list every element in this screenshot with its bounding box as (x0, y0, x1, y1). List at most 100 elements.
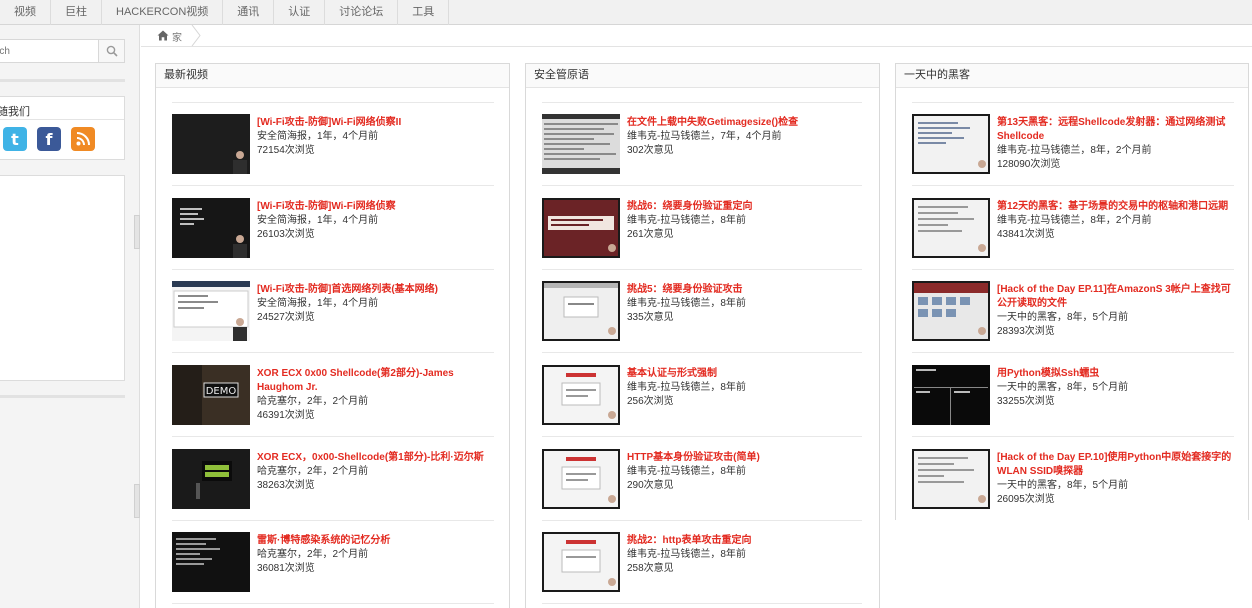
item-title[interactable]: [Hack of the Day EP.10]使用Python中原始套接字的WL… (997, 451, 1237, 479)
twitter-icon[interactable]: t (3, 127, 27, 151)
item-title[interactable]: 第13天黑客：远程Shellcode发射器：通过网络测试Shellcode (997, 116, 1237, 144)
nav-item-megaprimers[interactable]: 巨柱 (51, 0, 102, 25)
divider (542, 603, 862, 604)
divider (172, 269, 494, 270)
divider (172, 436, 494, 437)
item-views: 43841次浏览 (997, 229, 1055, 240)
sidebar: 随我们 t f (0, 25, 140, 608)
item-title[interactable]: 第12天的黑客：基于场景的交易中的枢轴和港口远期 (997, 200, 1237, 214)
video-thumbnail[interactable] (542, 198, 620, 258)
item-views: 256次浏览 (627, 396, 674, 407)
nav-item-tools[interactable]: 工具 (398, 0, 450, 25)
video-thumbnail[interactable] (912, 365, 990, 425)
item-author: 安全简海报，1年，4个月前 (257, 298, 379, 309)
video-thumbnail[interactable] (172, 532, 250, 592)
video-thumbnail[interactable] (912, 281, 990, 341)
item-views: 26095次浏览 (997, 494, 1055, 505)
item-views: 302次意见 (627, 145, 674, 156)
nav-item-hackercon[interactable]: HACKERCON视频 (102, 0, 224, 25)
item-author: 一天中的黑客，8年，5个月前 (997, 480, 1129, 491)
item-title[interactable]: [Hack of the Day EP.11]在AmazonS 3帐户上查找可公… (997, 283, 1237, 311)
item-views: 335次意见 (627, 312, 674, 323)
item-title[interactable]: [Wi-Fi攻击-防御]首选网络列表(基本网络) (257, 283, 497, 297)
nav-item-newsletter[interactable]: 通讯 (223, 0, 275, 25)
item-author: 维韦克-拉马钱德兰，8年前 (627, 298, 746, 309)
item-views: 38263次浏览 (257, 480, 315, 491)
rss-icon[interactable] (71, 127, 95, 151)
divider (542, 102, 862, 103)
video-thumbnail[interactable] (542, 449, 620, 509)
video-thumbnail[interactable]: DEMO (172, 365, 250, 425)
search-input[interactable] (0, 40, 98, 62)
sidebar-widget (0, 175, 125, 381)
video-thumbnail[interactable] (172, 281, 250, 341)
item-title[interactable]: [Wi-Fi攻击-防御]Wi-Fi网络侦察 (257, 200, 497, 214)
item-views: 28393次浏览 (997, 326, 1055, 337)
item-author: 维韦克-拉马钱德兰，8年，2个月前 (997, 145, 1152, 156)
search-button[interactable] (98, 40, 124, 62)
video-thumbnail[interactable] (542, 281, 620, 341)
svg-text:DEMO: DEMO (206, 386, 237, 397)
item-title[interactable]: 挑战6：绕要身份验证重定向 (627, 200, 867, 214)
item-author: 安全简海报，1年，4个月前 (257, 131, 379, 142)
video-thumbnail[interactable] (912, 449, 990, 509)
divider (542, 352, 862, 353)
item-title[interactable]: 用Python模拟Ssh蠕虫 (997, 367, 1237, 381)
nav-item-videos[interactable]: 视频 (0, 0, 51, 25)
item-title[interactable]: XOR ECX，0x00-Shellcode(第1部分)-比利·迈尔斯 (257, 451, 497, 465)
item-author: 维韦克-拉马钱德兰，8年前 (627, 215, 746, 226)
item-views: 36081次浏览 (257, 563, 315, 574)
breadcrumb-home[interactable]: 家 (172, 29, 182, 44)
item-title[interactable]: HTTP基本身份验证攻击(简单) (627, 451, 867, 465)
panel-title: 一天中的黑客 (896, 64, 1248, 88)
home-icon[interactable] (157, 30, 169, 41)
item-author: 一天中的黑客，8年，5个月前 (997, 312, 1129, 323)
divider (912, 102, 1234, 103)
blank-area (881, 520, 1252, 608)
item-views: 33255次浏览 (997, 396, 1055, 407)
item-views: 46391次浏览 (257, 410, 315, 421)
video-thumbnail[interactable] (912, 114, 990, 174)
security-tube-primers-panel: 安全管原语 在文件上载中失败Getimagesize()检查 维韦克-拉马钱德兰… (525, 63, 880, 608)
item-title[interactable]: 挑战5：绕要身份验证攻击 (627, 283, 867, 297)
item-title[interactable]: 在文件上载中失败Getimagesize()检查 (627, 116, 867, 130)
item-title[interactable]: 雷斯·博特感染系统的记忆分析 (257, 534, 497, 548)
item-title[interactable]: 基本认证与形式强制 (627, 367, 867, 381)
video-thumbnail[interactable] (542, 114, 620, 174)
video-thumbnail[interactable] (172, 449, 250, 509)
video-thumbnail[interactable] (542, 532, 620, 592)
panel-title: 最新视频 (156, 64, 509, 88)
item-views: 258次意见 (627, 563, 674, 574)
item-title[interactable]: [Wi-Fi攻击-防御]Wi-Fi网络侦察II (257, 116, 497, 130)
facebook-icon[interactable]: f (37, 127, 61, 151)
divider (542, 520, 862, 521)
follow-divider (0, 119, 124, 120)
item-title[interactable]: 挑战2：http表单攻击重定向 (627, 534, 867, 548)
item-author: 维韦克-拉马钱德兰，7年，4个月前 (627, 131, 782, 142)
divider (542, 269, 862, 270)
video-thumbnail[interactable] (172, 198, 250, 258)
divider (912, 185, 1234, 186)
item-author: 哈克塞尔，2年，2个月前 (257, 396, 369, 407)
nav-item-certification[interactable]: 认证 (274, 0, 326, 25)
resize-handle[interactable] (134, 484, 140, 518)
item-views: 261次意见 (627, 229, 674, 240)
nav-item-forum[interactable]: 讨论论坛 (325, 0, 399, 25)
top-nav: 视频 巨柱 HACKERCON视频 通讯 认证 讨论论坛 工具 (0, 0, 1252, 25)
video-thumbnail[interactable] (912, 198, 990, 258)
video-thumbnail[interactable] (542, 365, 620, 425)
item-author: 安全简海报，1年，4个月前 (257, 215, 379, 226)
latest-videos-panel: 最新视频 [Wi-Fi攻击-防御]Wi-Fi网络侦察II 安全简海报，1年，4个… (155, 63, 510, 608)
item-author: 维韦克-拉马钱德兰，8年前 (627, 549, 746, 560)
sidebar-divider (0, 79, 125, 82)
resize-handle[interactable] (134, 215, 140, 249)
panel-title: 安全管原语 (526, 64, 879, 88)
divider (542, 436, 862, 437)
follow-us-label: 随我们 (0, 106, 30, 118)
divider (912, 269, 1234, 270)
item-views: 26103次浏览 (257, 229, 315, 240)
video-thumbnail[interactable] (172, 114, 250, 174)
item-title[interactable]: XOR ECX 0x00 Shellcode(第2部分)-James Haugh… (257, 367, 497, 395)
divider (172, 185, 494, 186)
divider (172, 352, 494, 353)
